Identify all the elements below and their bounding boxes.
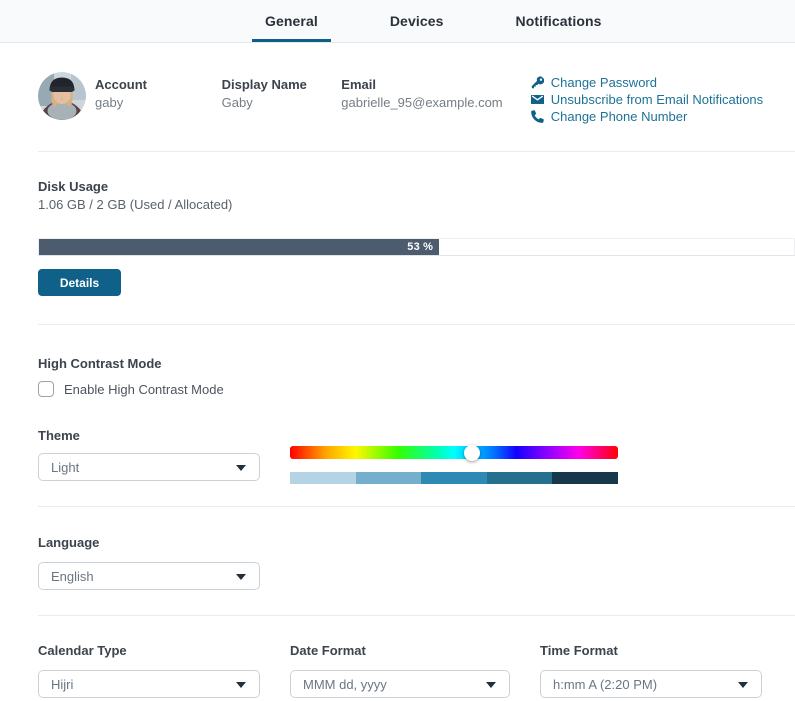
time-format-group: Time Format h:mm A (2:20 PM): [540, 643, 762, 698]
change-phone-label: Change Phone Number: [551, 109, 688, 124]
change-phone-link[interactable]: Change Phone Number: [531, 108, 795, 125]
disk-usage-section: Disk Usage 1.06 GB / 2 GB (Used / Alloca…: [38, 152, 795, 325]
time-format-select[interactable]: h:mm A (2:20 PM): [540, 670, 762, 698]
tab-devices[interactable]: Devices: [377, 0, 457, 42]
hue-slider-handle[interactable]: [464, 445, 480, 461]
unsubscribe-email-label: Unsubscribe from Email Notifications: [551, 92, 763, 107]
display-name-field: Display Name Gaby: [222, 72, 342, 111]
envelope-icon: [531, 93, 544, 106]
theme-select-value: Light: [51, 460, 79, 475]
display-name-label: Display Name: [222, 77, 342, 93]
tab-devices-label: Devices: [390, 13, 444, 29]
high-contrast-title: High Contrast Mode: [38, 356, 795, 371]
theme-swatch[interactable]: [552, 472, 618, 484]
theme-swatch[interactable]: [487, 472, 553, 484]
date-format-title: Date Format: [290, 643, 510, 658]
language-select-value: English: [51, 569, 94, 584]
time-format-title: Time Format: [540, 643, 762, 658]
theme-color-picker: [290, 446, 618, 484]
change-password-link[interactable]: Change Password: [531, 74, 795, 91]
theme-row: Light: [38, 453, 795, 484]
calendar-type-select-value: Hijri: [51, 677, 73, 692]
theme-swatch[interactable]: [290, 472, 356, 484]
high-contrast-checkbox-label: Enable High Contrast Mode: [64, 382, 224, 397]
hue-slider[interactable]: [290, 446, 618, 459]
date-format-select-value: MMM dd, yyyy: [303, 677, 387, 692]
calendar-type-group: Calendar Type Hijri: [38, 643, 260, 698]
high-contrast-row: Enable High Contrast Mode: [38, 381, 795, 397]
tab-general-label: General: [265, 13, 318, 29]
phone-icon: [531, 110, 544, 123]
email-field: Email gabrielle_95@example.com: [341, 72, 530, 111]
account-value: gaby: [95, 95, 222, 111]
progress-percent-label: 53 %: [407, 241, 433, 253]
disk-usage-progressbar: 53 %: [38, 238, 795, 256]
tab-notifications[interactable]: Notifications: [502, 0, 614, 42]
time-format-select-value: h:mm A (2:20 PM): [553, 677, 657, 692]
change-password-label: Change Password: [551, 75, 657, 90]
high-contrast-checkbox[interactable]: [38, 381, 54, 397]
tab-bar: General Devices Notifications: [0, 0, 795, 43]
settings-page: General Devices Notifications: [0, 0, 795, 701]
unsubscribe-email-link[interactable]: Unsubscribe from Email Notifications: [531, 91, 795, 108]
language-title: Language: [38, 535, 795, 550]
account-label: Account: [95, 77, 222, 93]
disk-usage-title: Disk Usage: [38, 179, 795, 194]
details-button[interactable]: Details: [38, 269, 121, 296]
account-field: Account gaby: [95, 72, 222, 111]
account-section: Account gaby Display Name Gaby Email gab…: [38, 43, 795, 152]
theme-swatch[interactable]: [356, 472, 422, 484]
tab-general[interactable]: General: [252, 0, 331, 42]
key-icon: [531, 76, 544, 89]
calendar-type-select[interactable]: Hijri: [38, 670, 260, 698]
email-label: Email: [341, 77, 530, 93]
account-actions: Change Password Unsubscribe from Email N…: [531, 72, 795, 125]
tab-notifications-label: Notifications: [515, 13, 601, 29]
appearance-section: High Contrast Mode Enable High Contrast …: [38, 325, 795, 507]
theme-title: Theme: [38, 428, 795, 443]
progress-fill: 53 %: [39, 239, 439, 255]
date-format-group: Date Format MMM dd, yyyy: [290, 643, 510, 698]
avatar-image: [38, 72, 86, 120]
date-format-select[interactable]: MMM dd, yyyy: [290, 670, 510, 698]
email-value: gabrielle_95@example.com: [341, 95, 530, 111]
theme-swatch[interactable]: [421, 472, 487, 484]
language-select[interactable]: English: [38, 562, 260, 590]
theme-select[interactable]: Light: [38, 453, 260, 481]
avatar: [38, 72, 86, 120]
disk-usage-value: 1.06 GB / 2 GB (Used / Allocated): [38, 197, 795, 213]
calendar-type-title: Calendar Type: [38, 643, 260, 658]
language-section: Language English: [38, 507, 795, 616]
settings-content: Account gaby Display Name Gaby Email gab…: [0, 43, 795, 701]
display-name-value: Gaby: [222, 95, 342, 111]
datetime-section: Calendar Type Hijri Date Format MMM dd, …: [38, 616, 795, 701]
theme-swatches: [290, 472, 618, 484]
